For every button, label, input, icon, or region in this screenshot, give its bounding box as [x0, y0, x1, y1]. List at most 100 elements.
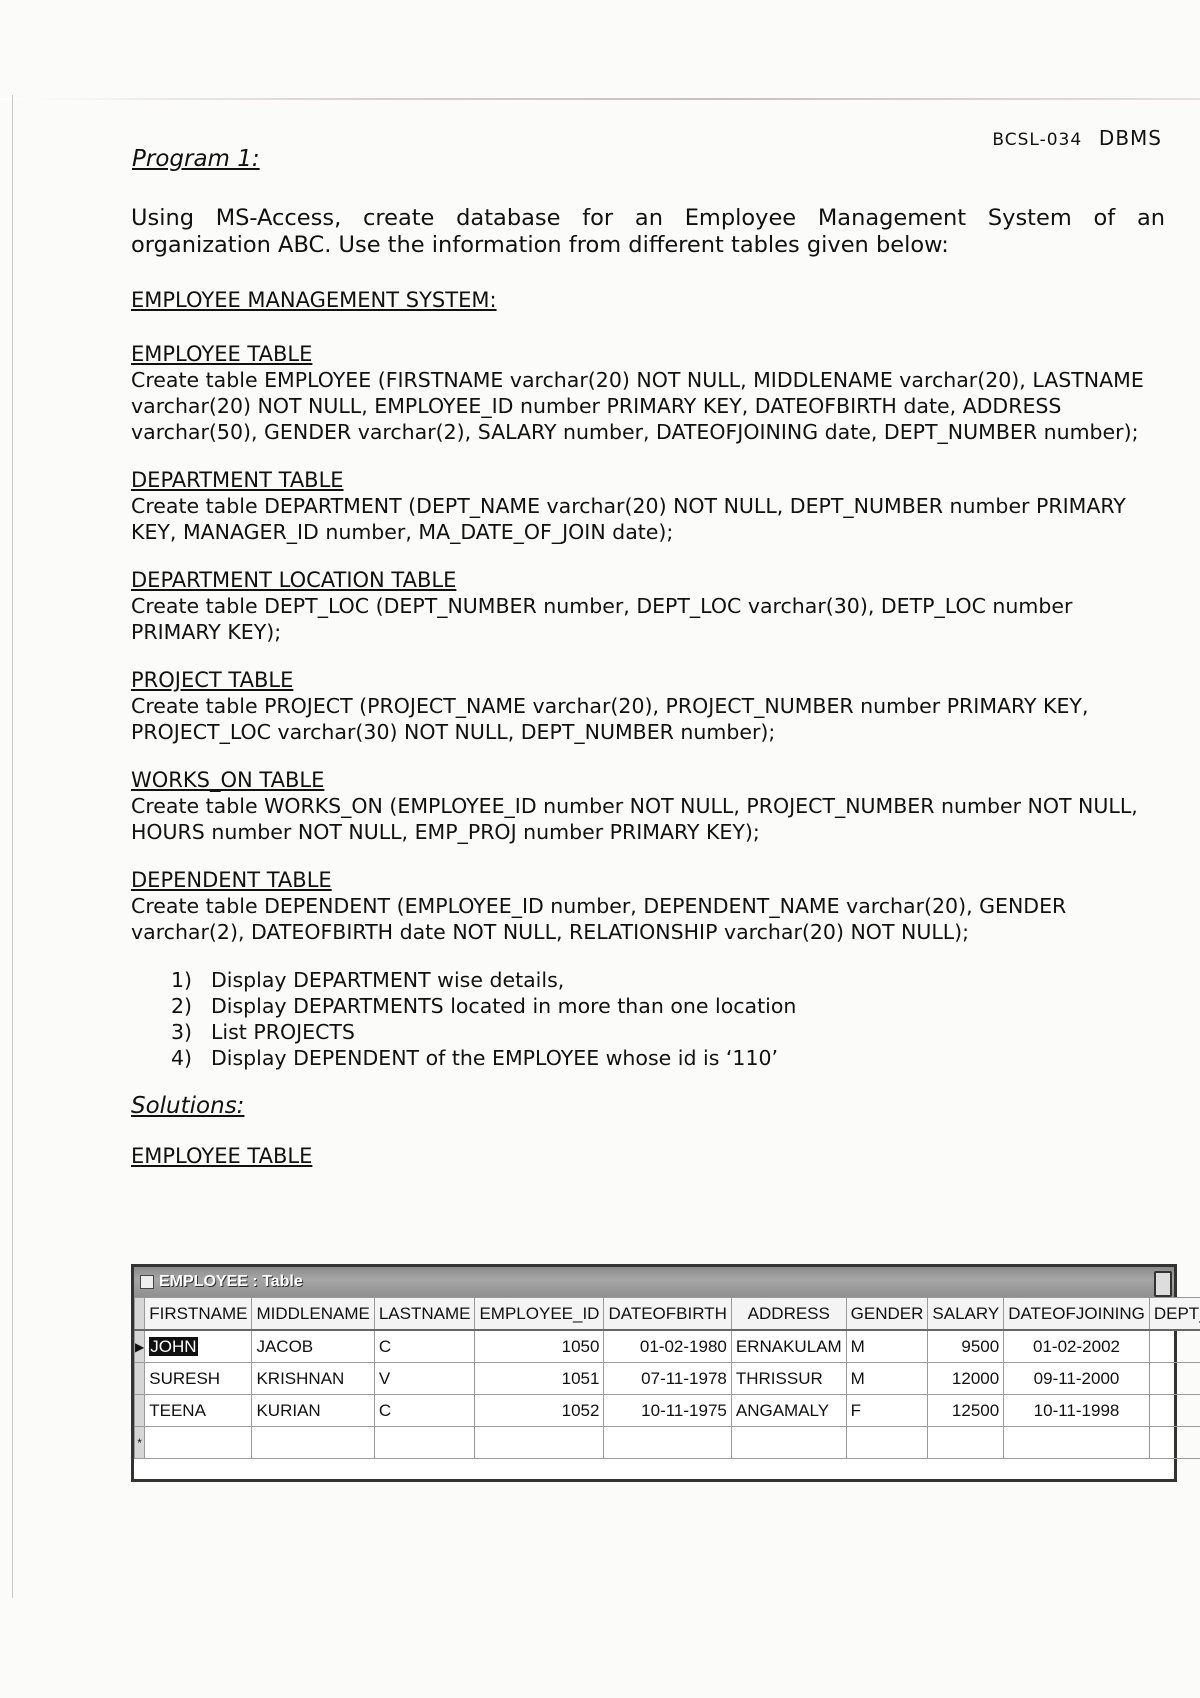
column-header-lastname[interactable]: LASTNAME	[373, 1297, 476, 1331]
intro-paragraph: Using MS-Access, create database for an …	[131, 205, 1165, 258]
page-left-edge	[12, 95, 13, 1598]
cell-address[interactable]: ANGAMALY	[730, 1394, 847, 1427]
question-text: List PROJECTS	[211, 1020, 355, 1044]
cell-dept-number[interactable]: 51	[1148, 1362, 1200, 1395]
question-text: Display DEPARTMENTS located in more than…	[211, 994, 797, 1018]
cell-address[interactable]: THRISSUR	[730, 1362, 847, 1395]
section-title: DEPARTMENT LOCATION TABLE	[131, 568, 457, 592]
section-body: Create table PROJECT (PROJECT_NAME varch…	[131, 694, 1089, 744]
column-header-middlename[interactable]: MIDDLENAME	[251, 1297, 375, 1331]
cell-empty[interactable]	[603, 1426, 732, 1459]
section-body: Create table DEPT_LOC (DEPT_NUMBER numbe…	[131, 594, 1073, 644]
section-employee: EMPLOYEE TABLE Create table EMPLOYEE (FI…	[131, 341, 1165, 445]
table-row: ▶ JOHN JACOB C 1050 01-02-1980 ERNAKULAM…	[133, 1329, 1200, 1363]
question-list: 1) Display DEPARTMENT wise details, 2) Dis…	[171, 967, 1165, 1071]
cell-lastname[interactable]: C	[373, 1394, 476, 1427]
cell-employee-id[interactable]: 1051	[474, 1362, 605, 1395]
cell-dateofjoining[interactable]: 10-11-1998	[1003, 1394, 1150, 1427]
question-number: 4)	[171, 1046, 193, 1070]
section-dependent: DEPENDENT TABLE Create table DEPENDENT (…	[131, 867, 1165, 945]
question-item: 2) Display DEPARTMENTS located in more th…	[171, 993, 1165, 1019]
new-record-marker[interactable]: *	[133, 1426, 146, 1459]
window-titlebar[interactable]: EMPLOYEE : Table	[134, 1267, 1174, 1297]
cell-middlename[interactable]: KURIAN	[251, 1394, 375, 1427]
cell-middlename[interactable]: KRISHNAN	[251, 1362, 375, 1395]
cell-dateofbirth[interactable]: 01-02-1980	[603, 1329, 732, 1363]
access-table-window: EMPLOYEE : Table FIRSTNAME MIDDLENAME LA…	[131, 1264, 1200, 1482]
cell-gender[interactable]: F	[845, 1394, 929, 1427]
column-header-address[interactable]: ADDRESS	[730, 1297, 847, 1331]
cell-dateofbirth[interactable]: 10-11-1975	[603, 1394, 732, 1427]
cell-firstname[interactable]: JOHN	[144, 1329, 253, 1363]
section-department-location: DEPARTMENT LOCATION TABLE Create table D…	[131, 567, 1165, 645]
page-top-edge	[0, 98, 1200, 100]
table-row: SURESH KRISHNAN V 1051 07-11-1978 THRISS…	[133, 1362, 1200, 1395]
cell-middlename[interactable]: JACOB	[251, 1329, 375, 1363]
section-body: Create table DEPARTMENT (DEPT_NAME varch…	[131, 494, 1126, 544]
cell-address[interactable]: ERNAKULAM	[730, 1329, 847, 1363]
cell-lastname[interactable]: C	[373, 1329, 476, 1363]
cell-salary[interactable]: 12500	[927, 1394, 1005, 1427]
page-header: BCSL-034 DBMS	[992, 126, 1162, 150]
document-body: Using MS-Access, create database for an …	[131, 205, 1165, 1173]
cell-dateofjoining[interactable]: 01-02-2002	[1003, 1329, 1150, 1363]
column-header-dateofjoining[interactable]: DATEOFJOINING	[1003, 1297, 1150, 1331]
table-row: TEENA KURIAN C 1052 10-11-1975 ANGAMALY …	[133, 1394, 1200, 1427]
solutions-title: Solutions:	[131, 1093, 245, 1119]
row-selector[interactable]	[133, 1362, 146, 1395]
cell-empty[interactable]	[927, 1426, 1005, 1459]
column-header-dept-number[interactable]: DEPT_NUMBER	[1148, 1297, 1200, 1331]
section-title: PROJECT TABLE	[131, 668, 294, 692]
cell-employee-id[interactable]: 1050	[474, 1329, 605, 1363]
question-item: 1) Display DEPARTMENT wise details,	[171, 967, 1165, 993]
cell-firstname[interactable]: SURESH	[144, 1362, 253, 1395]
cell-empty[interactable]	[845, 1426, 929, 1459]
cell-dateofjoining[interactable]: 09-11-2000	[1003, 1362, 1150, 1395]
cell-empty[interactable]	[1003, 1426, 1150, 1459]
cell-firstname[interactable]: TEENA	[144, 1394, 253, 1427]
cell-empty[interactable]	[1148, 1426, 1200, 1459]
cell-empty[interactable]	[730, 1426, 847, 1459]
column-header-gender[interactable]: GENDER	[845, 1297, 929, 1331]
cell-empty[interactable]	[144, 1426, 253, 1459]
employee-table-title: EMPLOYEE TABLE	[131, 1144, 313, 1168]
row-selector-current[interactable]: ▶	[133, 1329, 146, 1363]
cell-dept-number[interactable]: 52	[1148, 1394, 1200, 1427]
cell-dateofbirth[interactable]: 07-11-1978	[603, 1362, 732, 1395]
cell-empty[interactable]	[373, 1426, 476, 1459]
column-header-dateofbirth[interactable]: DATEOFBIRTH	[603, 1297, 732, 1331]
question-number: 3)	[171, 1020, 193, 1044]
question-item: 3) List PROJECTS	[171, 1019, 1165, 1045]
section-title: DEPARTMENT TABLE	[131, 468, 344, 492]
section-body: Create table EMPLOYEE (FIRSTNAME varchar…	[131, 368, 1144, 444]
select-all-cell[interactable]	[133, 1297, 146, 1331]
cell-gender[interactable]: M	[845, 1329, 929, 1363]
section-body: Create table WORKS_ON (EMPLOYEE_ID numbe…	[131, 794, 1138, 844]
question-item: 4) Display DEPENDENT of the EMPLOYEE whos…	[171, 1045, 1165, 1071]
cell-empty[interactable]	[474, 1426, 605, 1459]
selected-text: JOHN	[149, 1336, 198, 1356]
section-title: WORKS_ON TABLE	[131, 768, 325, 792]
system-heading: EMPLOYEE MANAGEMENT SYSTEM:	[131, 288, 497, 312]
cell-employee-id[interactable]: 1052	[474, 1394, 605, 1427]
new-record-row: *	[133, 1426, 1200, 1459]
column-header-firstname[interactable]: FIRSTNAME	[144, 1297, 253, 1331]
cell-salary[interactable]: 9500	[927, 1329, 1005, 1363]
header-row: FIRSTNAME MIDDLENAME LASTNAME EMPLOYEE_I…	[133, 1297, 1200, 1331]
table-icon	[140, 1275, 154, 1289]
window-title: EMPLOYEE : Table	[159, 1273, 303, 1290]
section-project: PROJECT TABLE Create table PROJECT (PROJ…	[131, 667, 1165, 745]
cell-empty[interactable]	[251, 1426, 375, 1459]
column-header-employee-id[interactable]: EMPLOYEE_ID	[474, 1297, 605, 1331]
row-selector[interactable]	[133, 1394, 146, 1427]
column-header-salary[interactable]: SALARY	[927, 1297, 1005, 1331]
cell-salary[interactable]: 12000	[927, 1362, 1005, 1395]
question-number: 1)	[171, 968, 193, 992]
cell-lastname[interactable]: V	[373, 1362, 476, 1395]
cell-gender[interactable]: M	[845, 1362, 929, 1395]
restore-button[interactable]	[1154, 1271, 1172, 1297]
section-title: EMPLOYEE TABLE	[131, 342, 313, 366]
cell-dept-number[interactable]: 50	[1148, 1329, 1200, 1363]
question-text: Display DEPARTMENT wise details,	[211, 968, 565, 992]
question-number: 2)	[171, 994, 193, 1018]
